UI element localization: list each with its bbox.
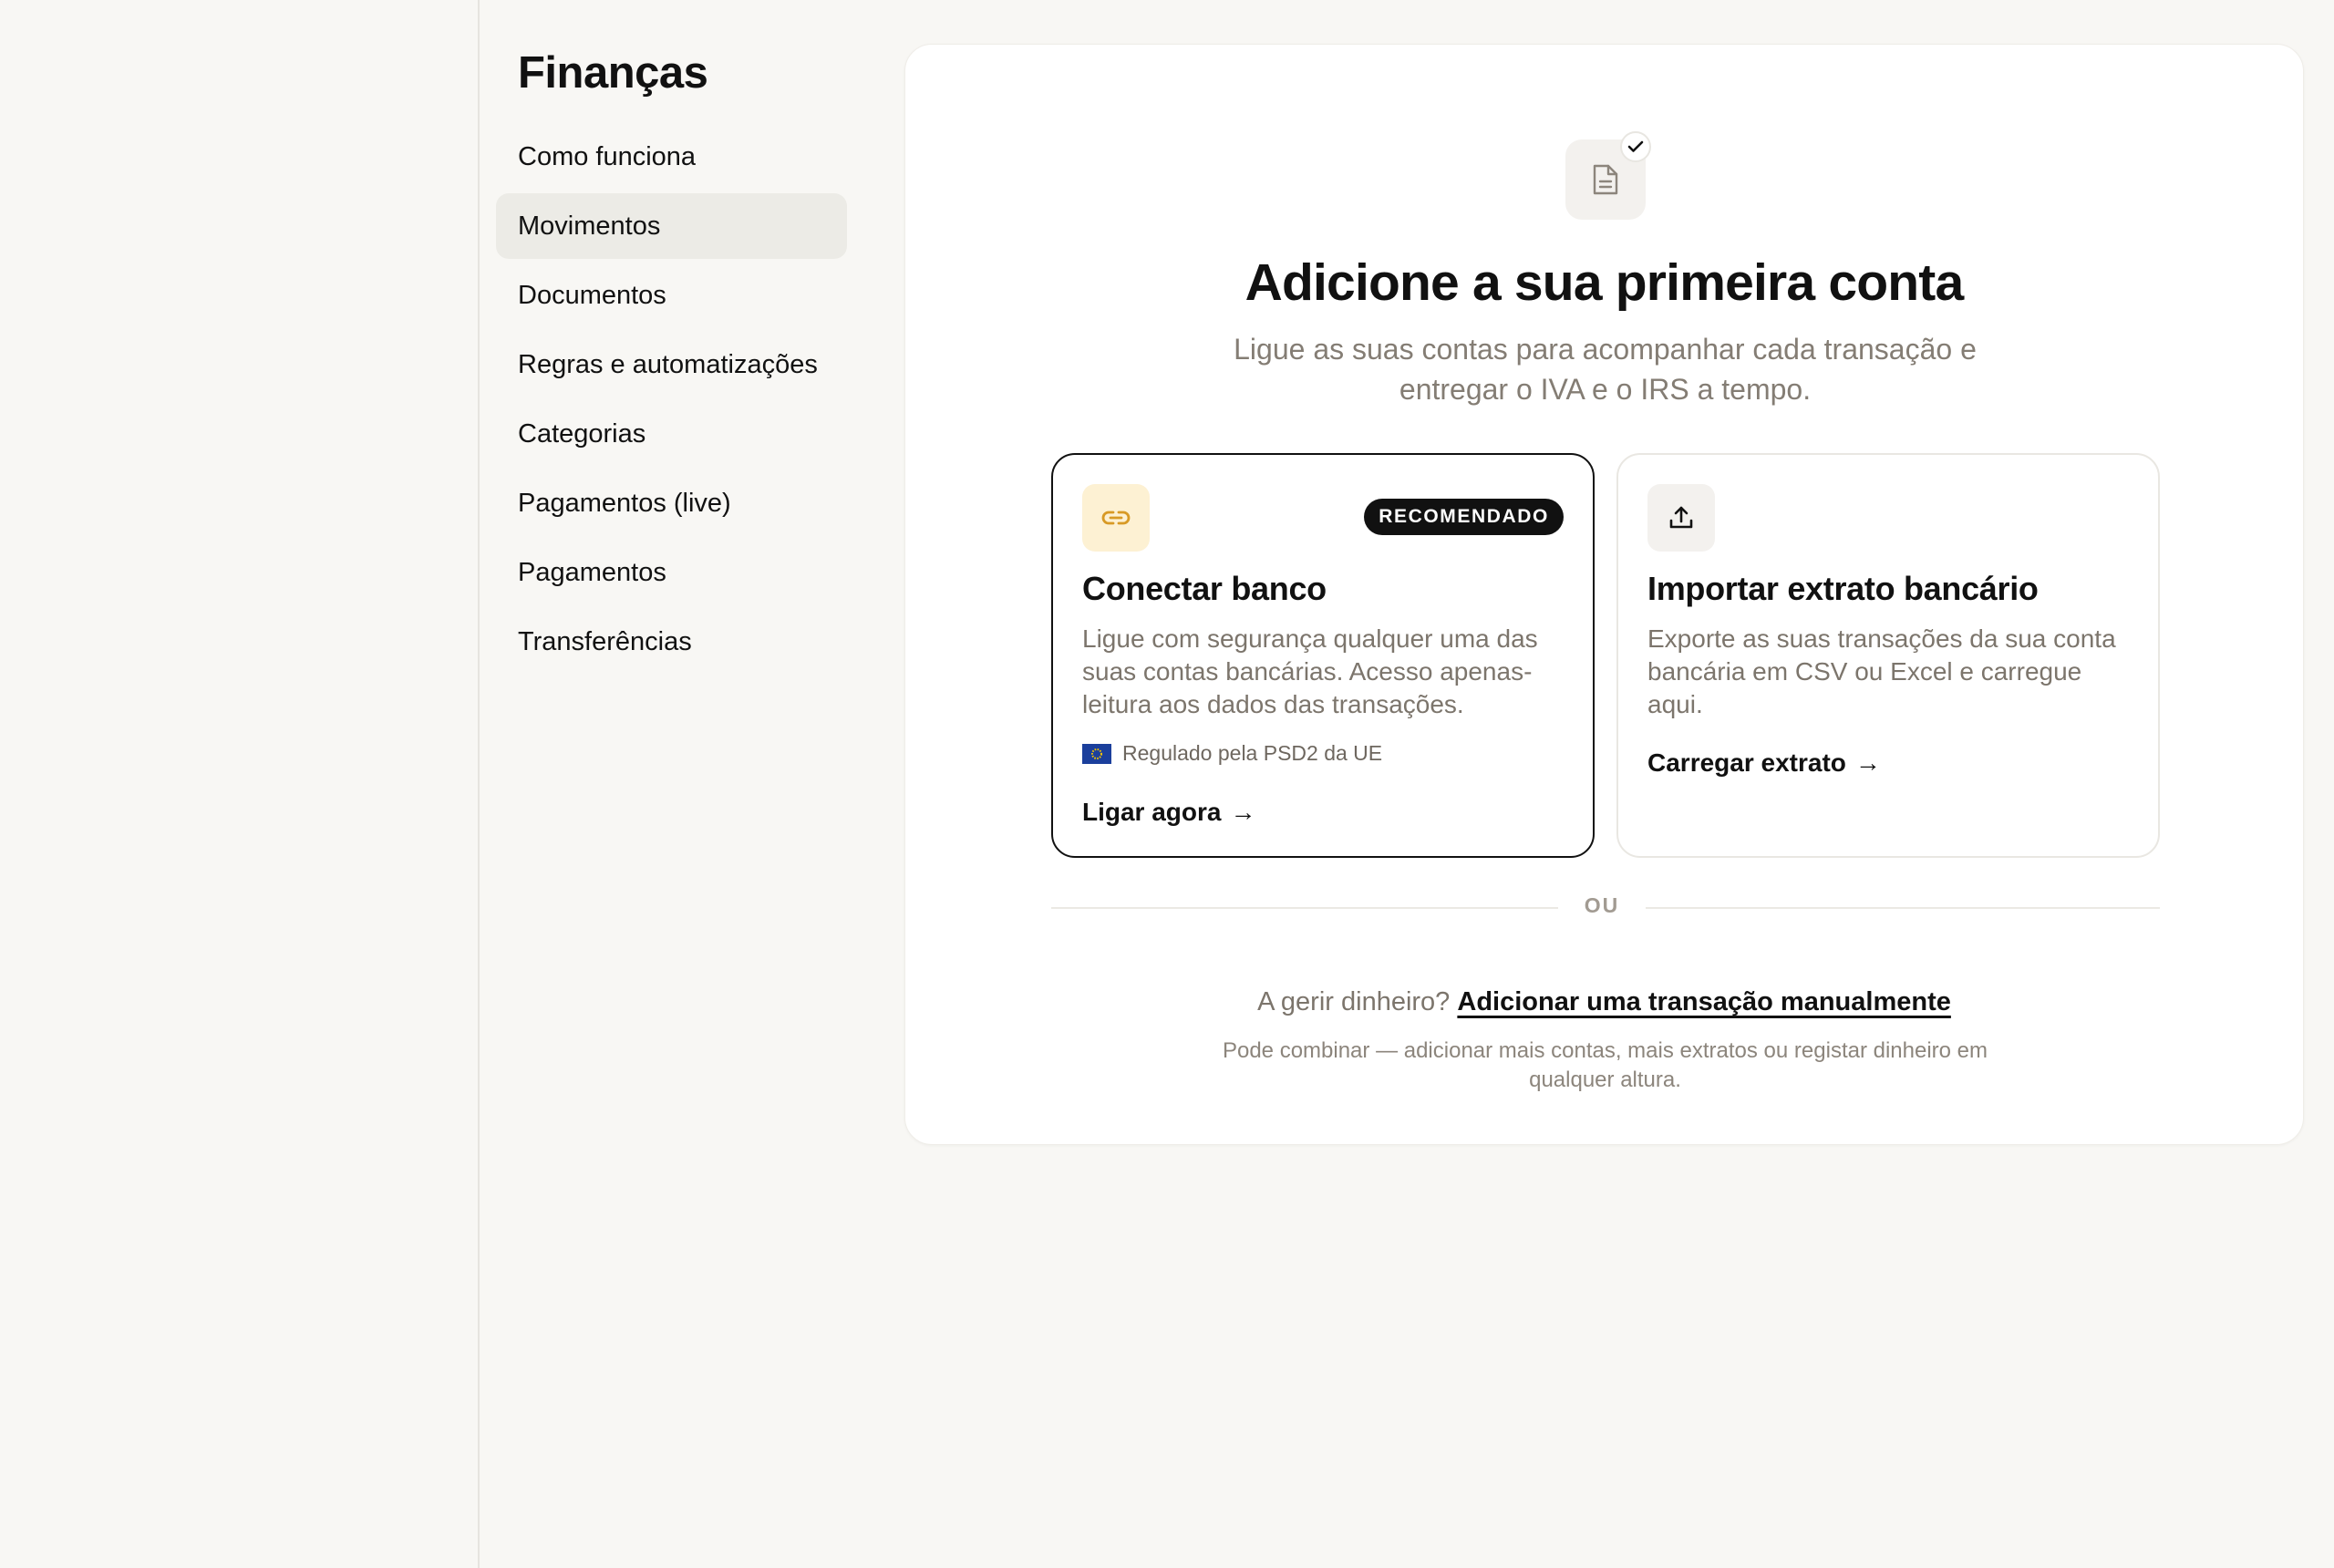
regulation-text: Regulado pela PSD2 da UE bbox=[1122, 741, 1383, 765]
connect-bank-option[interactable]: RECOMENDADO Conectar banco Ligue com seg… bbox=[1051, 453, 1595, 858]
manual-prompt: A gerir dinheiro? bbox=[1257, 987, 1451, 1016]
sidebar-item-pagamentos[interactable]: Pagamentos bbox=[496, 540, 847, 605]
add-manual-transaction-link[interactable]: Adicionar uma transação manualmente bbox=[1457, 987, 1951, 1016]
upload-statement-label: Carregar extrato bbox=[1647, 748, 1846, 777]
upload-statement-link[interactable]: Carregar extrato → bbox=[1647, 748, 1881, 778]
upload-icon bbox=[1647, 484, 1715, 552]
divider-right bbox=[1646, 907, 2160, 909]
connect-bank-description: Ligue com segurança qualquer uma das sua… bbox=[1082, 624, 1538, 718]
manual-transaction-row: A gerir dinheiro? Adicionar uma transaçã… bbox=[905, 987, 2303, 1017]
arrow-right-icon: → bbox=[1230, 798, 1256, 826]
sidebar-item-transferencias[interactable]: Transferências bbox=[496, 609, 847, 675]
recommended-badge: RECOMENDADO bbox=[1364, 499, 1564, 535]
psd2-regulation-note: Regulado pela PSD2 da UE bbox=[1082, 741, 1382, 766]
sidebar-item-movimentos[interactable]: Movimentos bbox=[496, 193, 847, 259]
sidebar-item-documentos[interactable]: Documentos bbox=[496, 263, 847, 328]
page-subtitle: Ligue as suas contas para acompanhar cad… bbox=[1234, 333, 1977, 406]
link-icon bbox=[1082, 484, 1150, 552]
sidebar-item-categorias[interactable]: Categorias bbox=[496, 401, 847, 467]
eu-flag-icon bbox=[1082, 743, 1111, 764]
connect-bank-title: Conectar banco bbox=[1082, 570, 1327, 607]
sidebar-item-regras[interactable]: Regras e automatizações bbox=[496, 332, 847, 397]
left-gutter bbox=[0, 0, 480, 1568]
sidebar-title: Finanças bbox=[518, 48, 708, 98]
page-title: Adicione a sua primeira conta bbox=[1244, 253, 1965, 312]
sidebar-nav-list: Como funciona Movimentos Documentos Regr… bbox=[496, 124, 847, 678]
sidebar-item-pagamentos-live[interactable]: Pagamentos (live) bbox=[496, 470, 847, 536]
divider-left bbox=[1051, 907, 1558, 909]
import-statement-description: Exporte as suas transações da sua conta … bbox=[1647, 624, 2116, 718]
finance-sidebar: Finanças Como funciona Movimentos Docume… bbox=[496, 0, 847, 1568]
check-icon bbox=[1620, 131, 1651, 162]
connect-now-label: Ligar agora bbox=[1082, 798, 1222, 826]
sidebar-item-como-funciona[interactable]: Como funciona bbox=[496, 124, 847, 190]
connect-now-link[interactable]: Ligar agora → bbox=[1082, 798, 1255, 827]
divider-or-label: OU bbox=[1584, 893, 1620, 917]
empty-state-card: Adicione a sua primeira conta Ligue as s… bbox=[904, 44, 2304, 1145]
arrow-right-icon: → bbox=[1854, 748, 1881, 777]
footnote: Pode combinar — adicionar mais contas, m… bbox=[1222, 1038, 1988, 1092]
import-statement-option[interactable]: Importar extrato bancário Exporte as sua… bbox=[1616, 453, 2160, 858]
import-statement-title: Importar extrato bancário bbox=[1647, 570, 2039, 607]
